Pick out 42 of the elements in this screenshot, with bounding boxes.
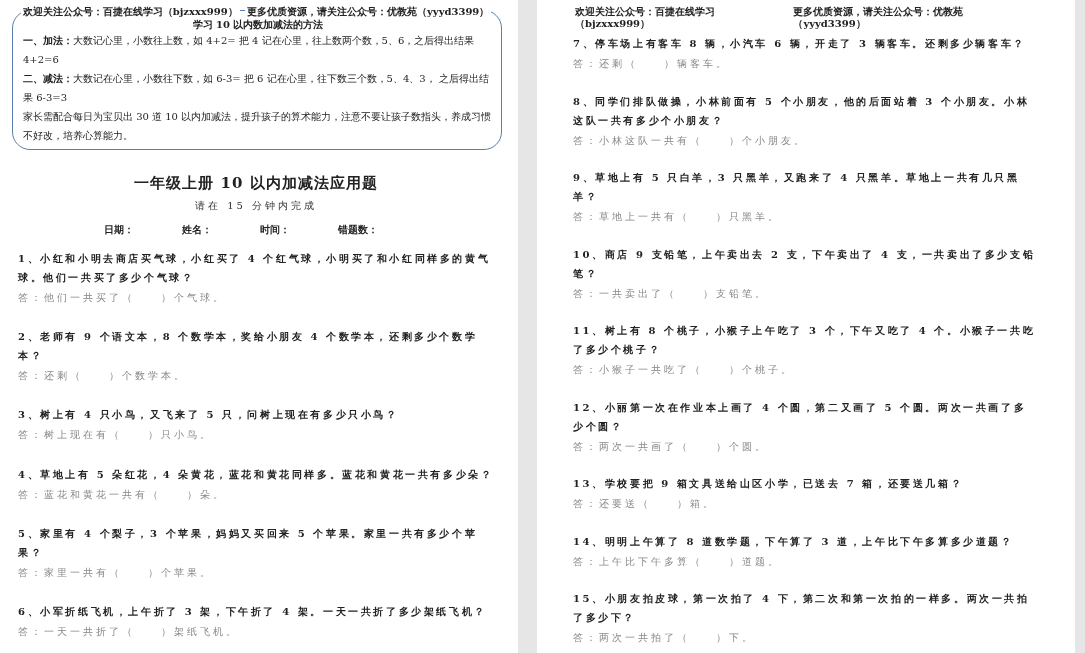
question-text: 2、老师有 9 个语文本，8 个数学本，奖给小朋友 4 个数学本，还剩多少个数学本？ bbox=[18, 330, 479, 364]
question-text: 5、家里有 4 个梨子，3 个苹果，妈妈又买回来 5 个苹果。家里一共有多少个苹果？ bbox=[18, 526, 479, 560]
question-text: 10、商店 9 支铅笔，上午卖出去 2 支，下午卖出了 4 支，一共卖出了多少支铅笔？ bbox=[573, 247, 1037, 281]
question-text: 8、同学们排队做操，小林前面有 5 个小朋友，他的后面站着 3 个小朋友。小林这队一共有多少个小朋友？ bbox=[573, 94, 1031, 128]
field-label: 日期： bbox=[104, 223, 134, 237]
answer-text: 答：两次一共拍了（ ）下。 bbox=[573, 631, 756, 645]
tips-title: 学习 10 以内数加减法的方法 bbox=[191, 19, 325, 31]
answer-text: 答：一天一共折了（ ）架纸飞机。 bbox=[18, 624, 240, 639]
tips-text: 一、加法：大数记心里，小数往上数，如 4+2= 把 4 记在心里，往上数两个数，5、6，之后得出结果 4+2=6 bbox=[23, 34, 476, 67]
tips-text: 家长需配合每日为宝贝出 30 道 10 以内加减法，提升孩子的算术能力，注意不要让孩子数指头，养成习惯不好改，培养心算能力。 bbox=[23, 110, 493, 143]
field-label: 错题数： bbox=[338, 223, 378, 237]
worksheet-subtitle: 请在 15 分钟内完成 bbox=[193, 199, 319, 213]
answer-text: 答：两次一共画了（ ）个圆。 bbox=[573, 439, 769, 454]
page-header-text: 更多优质资源，请关注公众号：优教苑（yyyd3399） bbox=[245, 6, 492, 18]
question-text: 13、学校要把 9 箱文具送给山区小学，已送去 7 箱，还要送几箱？ bbox=[573, 477, 965, 491]
worksheet-title: 一年级上册 10 以内加减法应用题 bbox=[133, 174, 379, 193]
question-text: 6、小军折纸飞机，上午折了 3 架，下午折了 4 架。一天一共折了多少架纸飞机？ bbox=[18, 604, 488, 619]
question-text: 12、小丽第一次在作业本上画了 4 个圆，第二又画了 5 个圆。两次一共画了多少个圆？ bbox=[573, 400, 1028, 434]
answer-text: 答：还剩（ ）辆客车。 bbox=[573, 57, 730, 71]
question-text: 9、草地上有 5 只白羊，3 只黑羊，又跑来了 4 只黑羊。草地上一共有几只黑羊？ bbox=[573, 171, 1021, 204]
page-header-text: 欢迎关注公众号：百捷在线学习（bjzxxx999） bbox=[20, 6, 240, 18]
answer-text: 答：小猴子一共吃了（ ）个桃子。 bbox=[573, 363, 795, 377]
question-text: 7、停车场上有客车 8 辆，小汽车 6 辆，开走了 3 辆客车。还剩多少辆客车？ bbox=[573, 37, 1027, 51]
question-text: 3、树上有 4 只小鸟，又飞来了 5 只，问树上现在有多少只小鸟？ bbox=[18, 408, 400, 423]
answer-text: 答：小林这队一共有（ ）个小朋友。 bbox=[573, 133, 808, 148]
field-label: 姓名： bbox=[182, 223, 212, 237]
answer-text: 答：还剩（ ）个数学本。 bbox=[18, 369, 188, 384]
answer-text: 答：他们一共买了（ ）个气球。 bbox=[18, 291, 227, 305]
answer-text: 答：还要送（ ）箱。 bbox=[573, 497, 717, 511]
answer-text: 答：一共卖出了（ ）支铅笔。 bbox=[573, 286, 769, 301]
question-text: 1、小红和小明去商店买气球，小红买了 4 个红气球，小明买了和小红同样多的黄气球。他们一共买了多少个气球？ bbox=[18, 252, 492, 285]
answer-text: 答：家里一共有（ ）个苹果。 bbox=[18, 565, 214, 580]
question-text: 4、草地上有 5 朵红花，4 朵黄花，蓝花和黄花同样多。蓝花和黄花一共有多少朵？ bbox=[18, 467, 494, 482]
tips-text: 二、减法：大数记在心里，小数往下数，如 6-3= 把 6 记在心里，往下数三个数，5、4、3， 之后得出结果 6-3=3 bbox=[23, 72, 490, 105]
field-label: 时间： bbox=[260, 223, 290, 237]
answer-text: 答：蓝花和黄花一共有（ ）朵。 bbox=[18, 487, 227, 502]
answer-text: 答：树上现在有（ ）只小鸟。 bbox=[18, 428, 214, 443]
question-text: 14、明明上午算了 8 道数学题，下午算了 3 道，上午比下午多算多少道题？ bbox=[573, 534, 1015, 549]
answer-text: 答：上午比下午多算（ ）道题。 bbox=[573, 554, 782, 569]
question-text: 11、树上有 8 个桃子，小猴子上午吃了 3 个，下午又吃了 4 个。小猴子一共吃了多少个桃子？ bbox=[573, 324, 1037, 357]
question-text: 15、小朋友拍皮球，第一次拍了 4 下，第二次和第一次拍的一样多。两次一共拍了多少下？ bbox=[573, 592, 1031, 625]
answer-text: 答：草地上一共有（ ）只黑羊。 bbox=[573, 210, 782, 224]
